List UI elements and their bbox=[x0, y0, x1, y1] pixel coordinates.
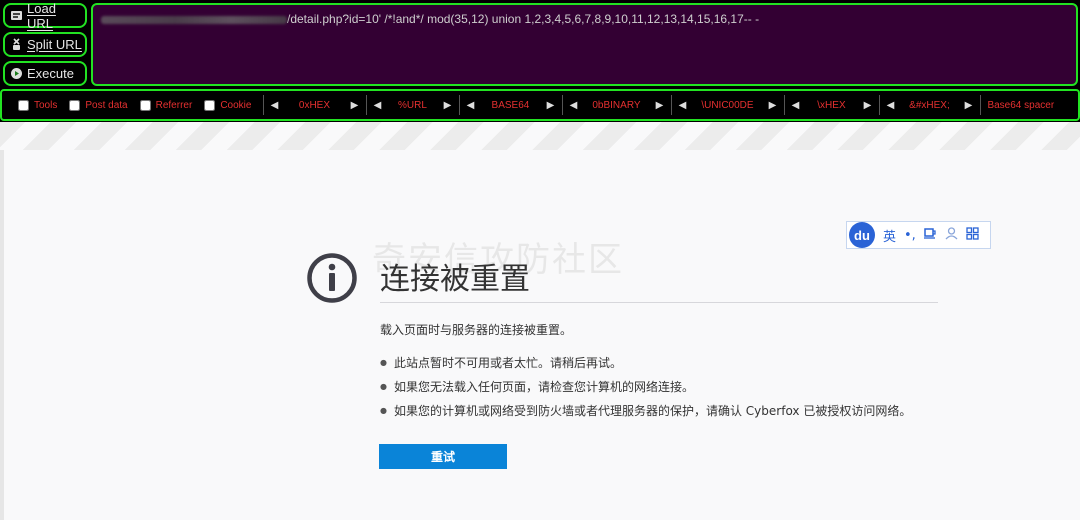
ime-language-toggle[interactable]: 英 bbox=[883, 226, 896, 245]
list-item: 如果您的计算机或网络受到防火墙或者代理服务器的保护，请确认 Cyberfox 已… bbox=[380, 398, 911, 422]
encode-arrow-icon[interactable]: ▶ bbox=[766, 100, 778, 111]
ime-grid-icon[interactable] bbox=[966, 226, 979, 244]
split-url-button[interactable]: Split URL bbox=[3, 32, 87, 57]
execute-button[interactable]: Execute bbox=[3, 61, 87, 86]
cookie-checkbox[interactable]: Cookie bbox=[204, 99, 252, 111]
load-url-label: Load URL bbox=[27, 0, 56, 31]
execute-icon bbox=[10, 67, 23, 80]
referrer-label: Referrer bbox=[155, 99, 193, 111]
encode-arrow-icon[interactable]: ▶ bbox=[441, 100, 453, 111]
load-url-icon bbox=[10, 9, 23, 22]
decode-arrow-icon[interactable]: ◀ bbox=[371, 100, 383, 111]
tools-checkbox[interactable]: Tools bbox=[18, 99, 58, 111]
decode-arrow-icon[interactable]: ◀ bbox=[884, 100, 896, 111]
encoder-label: BASE64 bbox=[491, 99, 530, 111]
page-top-stripe bbox=[0, 122, 1080, 150]
encoder-unicode: ◀ \UNIC00DE ▶ bbox=[676, 95, 786, 115]
encoder-html-entity: ◀ &#xHEX; ▶ bbox=[884, 95, 982, 115]
encoder-label: \xHEX bbox=[817, 99, 846, 111]
url-text: /detail.php?id=10' /*!and*/ mod(35,12) u… bbox=[287, 12, 760, 26]
encode-arrow-icon[interactable]: ▶ bbox=[544, 100, 556, 111]
divider bbox=[263, 95, 265, 115]
ime-skin-icon[interactable] bbox=[923, 227, 937, 243]
post-data-checkbox[interactable]: Post data bbox=[69, 99, 128, 111]
post-data-label: Post data bbox=[85, 99, 128, 111]
title-divider bbox=[380, 302, 938, 303]
encoder-xhex: ◀ \xHEX ▶ bbox=[789, 95, 881, 115]
decode-arrow-icon[interactable]: ◀ bbox=[567, 100, 579, 111]
encoder-label: \UNIC00DE bbox=[701, 99, 754, 111]
cookie-label: Cookie bbox=[220, 99, 252, 111]
encoder-label: &#xHEX; bbox=[909, 99, 950, 111]
ime-toolbar: du 英 •, bbox=[846, 221, 991, 249]
load-url-button[interactable]: Load URL bbox=[3, 0, 87, 31]
options-bar: Tools Post data Referrer Cookie ◀ 0xHEX … bbox=[0, 89, 1080, 121]
baidu-ime-logo[interactable]: du bbox=[849, 222, 875, 248]
info-icon bbox=[306, 252, 358, 308]
encode-arrow-icon[interactable]: ▶ bbox=[653, 100, 665, 111]
base64-spacer-label[interactable]: Base64 spacer bbox=[985, 100, 1054, 111]
retry-button[interactable]: 重试 bbox=[379, 444, 507, 469]
page-left-border bbox=[0, 150, 4, 520]
hackbar-toolbar: Load URL Split URL Execute /detail.php?i… bbox=[0, 0, 1080, 122]
error-suggestions: 此站点暂时不可用或者太忙。请稍后再试。 如果您无法载入任何页面，请检查您计算机的… bbox=[380, 350, 911, 422]
execute-label: Execute bbox=[27, 66, 74, 81]
encoder-label: %URL bbox=[398, 99, 427, 111]
list-item: 如果您无法载入任何页面，请检查您计算机的网络连接。 bbox=[380, 374, 911, 398]
encoder-label: 0xHEX bbox=[298, 99, 331, 111]
error-description: 载入页面时与服务器的连接被重置。 bbox=[380, 323, 573, 337]
encode-arrow-icon[interactable]: ▶ bbox=[962, 100, 974, 111]
encode-arrow-icon[interactable]: ▶ bbox=[861, 100, 873, 111]
decode-arrow-icon[interactable]: ◀ bbox=[789, 100, 801, 111]
decode-arrow-icon[interactable]: ◀ bbox=[676, 100, 688, 111]
tools-label: Tools bbox=[34, 99, 58, 111]
split-url-icon bbox=[10, 38, 23, 51]
encoder-base64: ◀ BASE64 ▶ bbox=[464, 95, 564, 115]
ime-punctuation-icon[interactable]: •, bbox=[904, 228, 916, 243]
encoder-0xhex: ◀ 0xHEX ▶ bbox=[268, 95, 368, 115]
error-title: 连接被重置 bbox=[380, 262, 530, 297]
redacted-host bbox=[101, 15, 287, 24]
encoder-url: ◀ %URL ▶ bbox=[371, 95, 461, 115]
split-url-label: Split URL bbox=[27, 37, 82, 52]
encode-arrow-icon[interactable]: ▶ bbox=[348, 100, 360, 111]
ime-user-icon[interactable] bbox=[945, 226, 958, 244]
encoder-binary: ◀ 0bBINARY ▶ bbox=[567, 95, 673, 115]
list-item: 此站点暂时不可用或者太忙。请稍后再试。 bbox=[380, 350, 911, 374]
url-textarea[interactable]: /detail.php?id=10' /*!and*/ mod(35,12) u… bbox=[91, 3, 1078, 86]
encoder-label: 0bBINARY bbox=[592, 99, 641, 111]
referrer-checkbox[interactable]: Referrer bbox=[139, 99, 193, 111]
decode-arrow-icon[interactable]: ◀ bbox=[268, 100, 280, 111]
decode-arrow-icon[interactable]: ◀ bbox=[464, 100, 476, 111]
